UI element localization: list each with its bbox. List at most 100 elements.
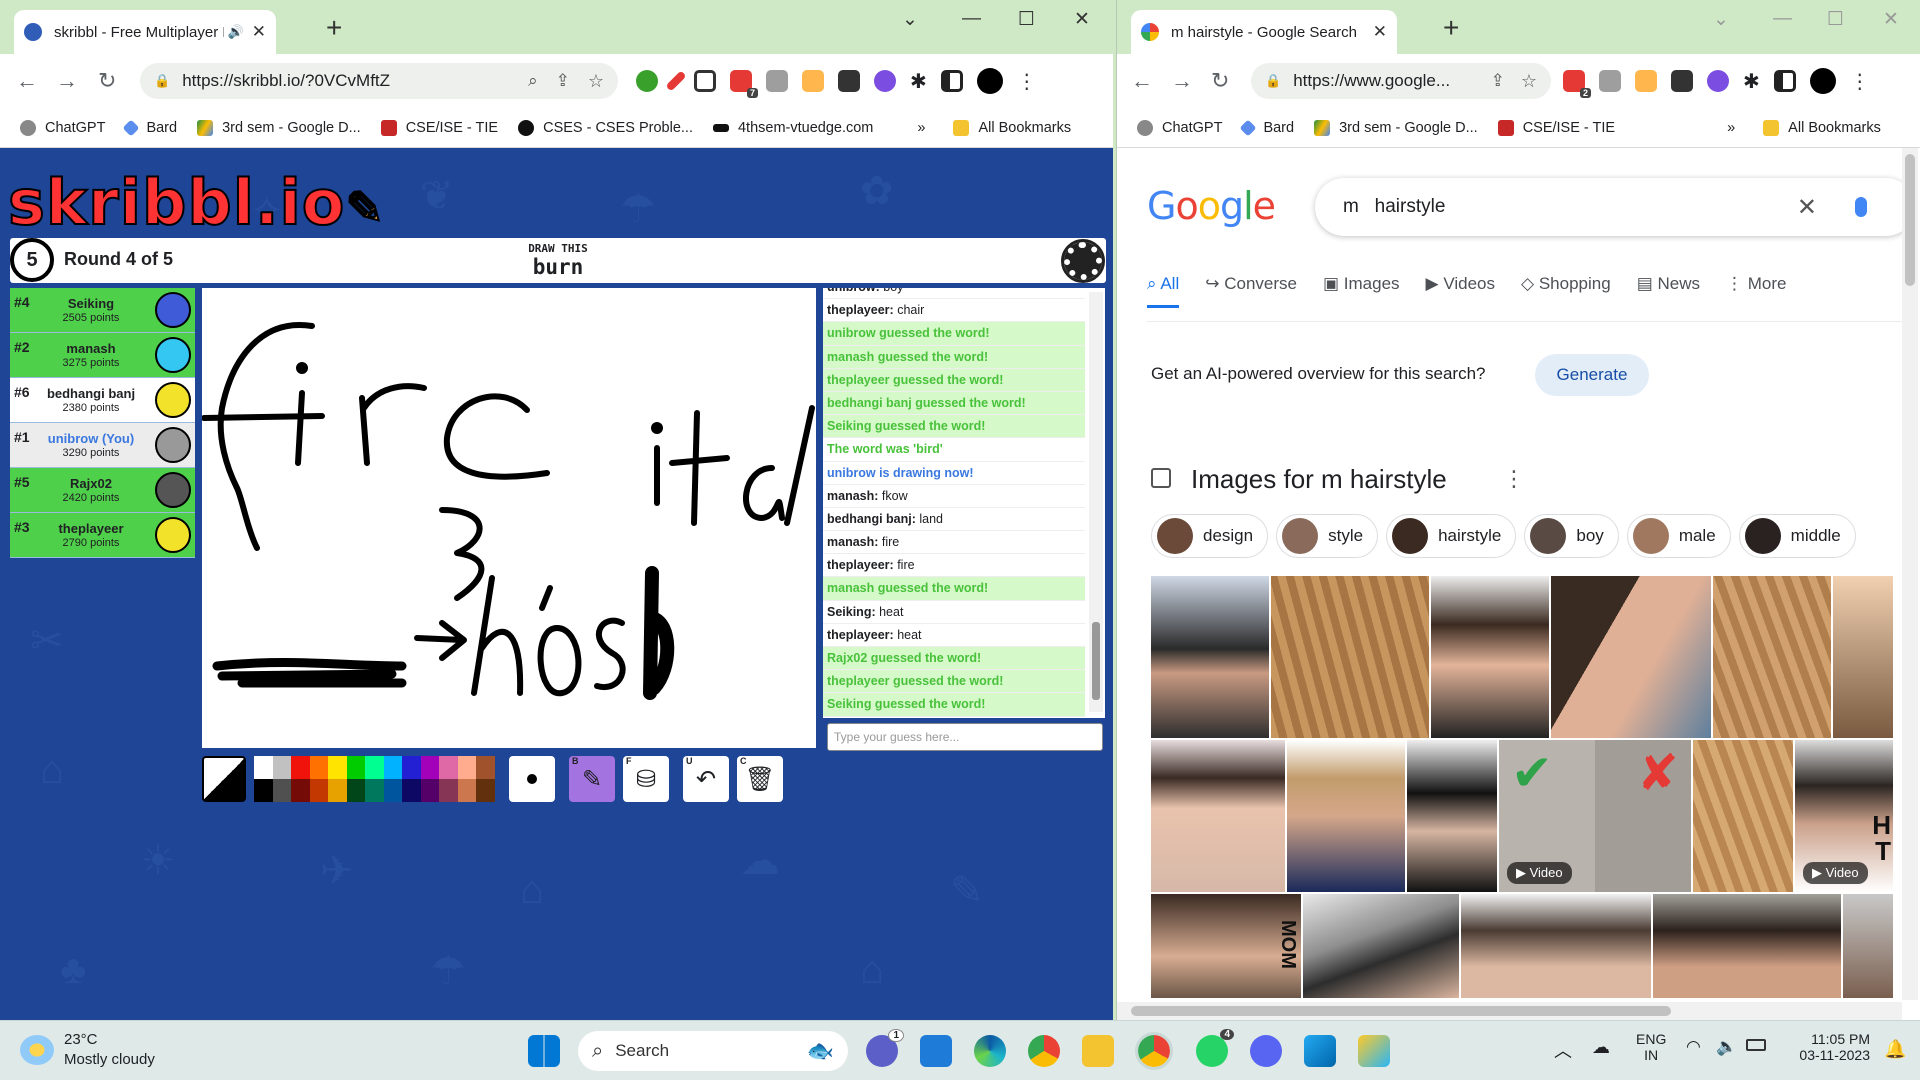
tab-search-chevron-icon[interactable]: ⌄ [1713,8,1729,31]
minimize-button[interactable]: — [962,8,981,30]
chat-app-icon[interactable]: 1 [866,1029,904,1067]
hidden-icons-chevron[interactable]: ︿ [1554,1037,1572,1063]
bookmark-drive[interactable]: 3rd sem - Google D... [1314,119,1478,136]
color-swatch[interactable] [291,779,310,802]
filter-chip[interactable]: hairstyle [1386,514,1517,558]
omnibox[interactable]: 🔒 https://www.google... ⇪ ☆ [1251,63,1551,99]
plus-extension-icon[interactable] [636,70,658,92]
start-icon[interactable] [528,1035,560,1067]
zoom-icon[interactable]: ⌕ [528,71,538,91]
bookmark-chatgpt[interactable]: ChatGPT [1137,119,1222,136]
color-swatch[interactable] [365,756,384,779]
player-row[interactable]: #3 theplayeer 2790 points [10,513,195,558]
scroll-thumb[interactable] [1905,154,1915,286]
color-swatch[interactable] [457,756,476,779]
image-thumbnail[interactable] [1461,894,1651,998]
search-tab-videos[interactable]: ▶ Videos [1426,274,1496,308]
player-row[interactable]: #1 unibrow (You) 3290 points [10,423,195,468]
color-swatch[interactable] [328,779,347,802]
color-swatch[interactable] [457,779,476,802]
forward-icon[interactable]: → [1171,68,1193,94]
taskbar-search[interactable]: ⌕ Search 🐟 [578,1031,848,1071]
close-window-button[interactable]: ✕ [1883,8,1899,31]
image-thumbnail[interactable] [1151,576,1269,738]
share-icon[interactable]: ⇪ [1491,71,1505,91]
brush-tool-button[interactable]: B ✎ [569,756,615,802]
player-row[interactable]: #4 Seiking 2505 points [10,288,195,333]
color-swatch[interactable] [272,756,291,779]
image-thumbnail[interactable] [1551,576,1711,738]
notification-bell-icon[interactable]: 🔔 [1884,1039,1906,1060]
video-thumbnail[interactable]: ✔ ✘ ▶ Video [1499,740,1691,892]
new-tab-button[interactable]: + [1443,14,1459,42]
bookmark-chatgpt[interactable]: ChatGPT [20,119,105,136]
onedrive-icon[interactable]: ☁ [1592,1037,1610,1058]
search-tab-converse[interactable]: ↪ Converse [1205,274,1297,308]
horizontal-scrollbar[interactable] [1117,1002,1902,1020]
maximize-button[interactable]: ☐ [1018,8,1035,31]
player-row[interactable]: #6 bedhangi banj 2380 points [10,378,195,423]
puzzle-extensions-icon[interactable]: ✱ [1743,69,1760,94]
speaker-icon[interactable]: 🔊 [228,24,244,40]
weather-condition[interactable]: Mostly cloudy [64,1051,155,1068]
vscode-icon[interactable] [1304,1035,1336,1067]
volume-icon[interactable]: 🔈 [1716,1037,1737,1057]
orange-extension-icon[interactable] [802,70,824,92]
settings-gear-icon[interactable] [1061,239,1105,283]
profile-avatar[interactable] [1809,68,1836,94]
color-swatch[interactable] [476,779,495,802]
reload-icon[interactable]: ↻ [1211,68,1229,94]
color-swatch[interactable] [291,756,310,779]
chat-scroll-thumb[interactable] [1092,622,1100,700]
sidepanel-icon[interactable] [1773,70,1796,92]
video-thumbnail[interactable]: HT ▶ Video [1795,740,1893,892]
close-window-button[interactable]: ✕ [1074,8,1090,31]
image-thumbnail[interactable] [1653,894,1841,998]
tab-search-chevron-icon[interactable]: ⌄ [902,8,918,31]
puzzle-extensions-icon[interactable]: ✱ [910,69,927,94]
color-swatch[interactable] [383,779,402,802]
color-extension-icon[interactable] [874,70,896,92]
kebab-menu-icon[interactable]: ⋮ [1017,69,1037,94]
minimize-button[interactable]: — [1773,8,1792,30]
new-tab-button[interactable]: + [326,14,342,42]
image-thumbnail[interactable] [1303,894,1459,998]
color-swatch[interactable] [346,779,365,802]
bookmark-bard[interactable]: Bard [1239,119,1294,136]
fill-tool-button[interactable]: F ⛁ [623,756,669,802]
wifi-icon[interactable]: ◠ [1686,1037,1701,1057]
grey-extension-icon[interactable] [1599,70,1621,92]
image-thumbnail[interactable] [1271,576,1429,738]
profile-avatar[interactable] [976,68,1003,94]
grey-extension-icon[interactable] [766,70,788,92]
color-swatch[interactable] [420,756,439,779]
close-tab-icon[interactable]: ✕ [252,22,266,42]
player-row[interactable]: #5 Rajx02 2420 points [10,468,195,513]
bookmark-vtuedge[interactable]: 4thsem-vtuedge.com [712,120,873,136]
bookmark-cse-ise[interactable]: CSE/ISE - TIE [1497,119,1615,136]
color-swatch[interactable] [420,779,439,802]
weather-temp[interactable]: 23°C [64,1031,98,1048]
star-icon[interactable]: ☆ [588,71,604,92]
bookmarks-overflow[interactable]: » [1727,120,1735,136]
scroll-thumb[interactable] [1131,1006,1671,1016]
image-thumbnail[interactable] [1833,576,1893,738]
color-swatch[interactable] [402,756,421,779]
orange-extension-icon[interactable] [1635,70,1657,92]
color-swatch[interactable] [439,756,458,779]
color-swatch[interactable] [439,779,458,802]
bookmark-cse-ise[interactable]: CSE/ISE - TIE [380,119,498,136]
image-thumbnail[interactable] [1151,740,1285,892]
google-logo[interactable]: Google [1147,184,1276,228]
tab-skribbl[interactable]: skribbl - Free Multiplayer Dr 🔊 ✕ [14,10,276,54]
tab-google-search[interactable]: m hairstyle - Google Search ✕ [1131,10,1397,54]
color-swatch[interactable] [402,779,421,802]
search-tab-shopping[interactable]: ◇ Shopping [1521,274,1611,308]
filter-chip[interactable]: boy [1524,514,1619,558]
clock-datetime[interactable]: 11:05 PM 03-11-2023 [1780,1031,1870,1063]
bookmark-bard[interactable]: Bard [122,119,177,136]
whatsapp-icon[interactable]: 4 [1196,1029,1234,1067]
search-tab-more[interactable]: ⋮ More [1726,274,1786,308]
chrome-icon[interactable] [1135,1032,1173,1070]
microphone-icon[interactable] [1855,197,1867,217]
